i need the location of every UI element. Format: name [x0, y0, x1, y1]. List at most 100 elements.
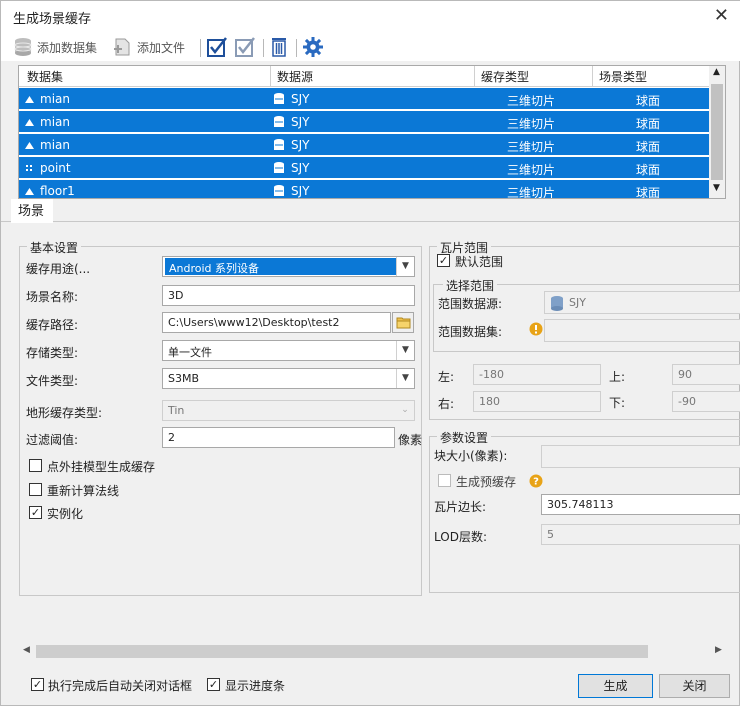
generate-scene-cache-dialog: 生成场景缓存 ✕ 添加数据集 添加文件 数据集 数据源 缓存类型 场景类型 mi…: [0, 0, 740, 706]
block-size-dropdown: [541, 445, 740, 468]
column-header-scene-type[interactable]: 场景类型: [599, 68, 647, 85]
table-row[interactable]: mian SJY 三维切片 球面: [19, 111, 709, 133]
instancing-checkbox[interactable]: ✓: [29, 506, 42, 519]
datasource-icon: [551, 296, 563, 311]
row-source: SJY: [291, 161, 310, 175]
cache-usage-dropdown[interactable]: Android 系列设备 ▼: [162, 256, 415, 277]
tab-scene[interactable]: 场景: [11, 199, 53, 223]
chevron-down-icon: ▼: [396, 257, 414, 276]
range-datasource-label: 范围数据源:: [438, 297, 503, 311]
toolbar-separator: [296, 39, 297, 57]
grid-vertical-scrollbar[interactable]: ▲ ▼: [709, 66, 725, 198]
external-model-label: 点外挂模型生成缓存: [47, 460, 156, 474]
toolbar-separator: [200, 39, 201, 57]
scrollbar-thumb[interactable]: [711, 84, 723, 180]
left-label: 左:: [438, 370, 455, 384]
generate-precache-checkbox: [438, 474, 451, 487]
column-divider: [270, 66, 271, 87]
datasource-icon: [274, 139, 284, 150]
show-progress-checkbox[interactable]: ✓: [207, 678, 220, 691]
add-dataset-button[interactable]: 添加数据集: [13, 37, 97, 57]
table-row[interactable]: floor1 SJY 三维切片 球面: [19, 180, 709, 199]
scroll-up-icon[interactable]: ▲: [713, 67, 720, 77]
storage-type-dropdown[interactable]: 单一文件 ▼: [162, 340, 415, 361]
row-dataset: mian: [40, 115, 70, 129]
datasource-icon: [274, 185, 284, 196]
column-header-source[interactable]: 数据源: [277, 68, 313, 85]
invert-selection-icon: [235, 37, 255, 57]
region-icon: [25, 188, 34, 195]
auto-close-checkbox[interactable]: ✓: [31, 678, 44, 691]
generate-button[interactable]: 生成: [578, 674, 653, 698]
cache-path-label: 缓存路径:: [26, 318, 79, 332]
chevron-down-icon: ⌄: [401, 405, 409, 415]
help-icon[interactable]: ?: [529, 474, 543, 488]
select-range-legend: 选择范围: [443, 277, 498, 294]
filter-threshold-input[interactable]: 2: [162, 427, 395, 448]
close-icon[interactable]: ✕: [714, 5, 729, 26]
browse-folder-button[interactable]: [392, 312, 414, 333]
title-bar: 生成场景缓存 ✕: [1, 1, 740, 33]
default-range-checkbox[interactable]: ✓: [437, 254, 450, 267]
row-scene-type: 球面: [636, 140, 661, 154]
left-input: -180: [473, 364, 601, 385]
top-input: 90: [672, 364, 740, 385]
row-cache-type: 三维切片: [507, 94, 556, 108]
invert-selection-button[interactable]: [234, 37, 256, 57]
table-row[interactable]: point SJY 三维切片 球面: [19, 157, 709, 179]
scene-name-label: 场景名称:: [26, 290, 79, 304]
row-scene-type: 球面: [636, 163, 661, 177]
point-icon: [26, 165, 32, 171]
terrain-cache-type-value: Tin: [168, 404, 185, 417]
dataset-grid[interactable]: 数据集 数据源 缓存类型 场景类型 mian SJY 三维切片 球面 mian …: [18, 65, 726, 199]
file-type-dropdown[interactable]: S3MB ▼: [162, 368, 415, 389]
database-icon: [14, 38, 32, 56]
tile-edge-label: 瓦片边长:: [434, 500, 487, 514]
scene-name-input[interactable]: 3D: [162, 285, 415, 306]
row-source: SJY: [291, 115, 310, 129]
scrollbar-thumb[interactable]: [36, 645, 648, 658]
scroll-right-icon[interactable]: ▶: [715, 645, 722, 655]
filter-threshold-label: 过滤阈值:: [26, 433, 79, 447]
cache-path-input[interactable]: C:\Users\www12\Desktop\test2: [162, 312, 391, 333]
column-divider: [474, 66, 475, 87]
column-header-cache-type[interactable]: 缓存类型: [481, 68, 529, 85]
row-dataset: floor1: [40, 184, 75, 198]
warning-icon: [529, 322, 543, 336]
row-cache-type: 三维切片: [507, 186, 556, 199]
add-file-button[interactable]: 添加文件: [113, 37, 185, 57]
right-input: 180: [473, 391, 601, 412]
datasource-icon: [274, 93, 284, 104]
file-type-label: 文件类型:: [26, 374, 79, 388]
region-icon: [25, 119, 34, 126]
lod-levels-label: LOD层数:: [434, 530, 487, 544]
delete-button[interactable]: [269, 37, 289, 57]
row-cache-type: 三维切片: [507, 163, 556, 177]
terrain-cache-type-label: 地形缓存类型:: [26, 406, 103, 420]
horizontal-scrollbar[interactable]: ◀ ▶: [18, 643, 728, 660]
row-cache-type: 三维切片: [507, 117, 556, 131]
storage-type-label: 存储类型:: [26, 346, 79, 360]
table-row[interactable]: mian SJY 三维切片 球面: [19, 134, 709, 156]
table-row[interactable]: mian SJY 三维切片 球面: [19, 88, 709, 110]
recompute-normals-checkbox[interactable]: [29, 483, 42, 496]
settings-button[interactable]: [302, 37, 324, 57]
scroll-down-icon[interactable]: ▼: [713, 183, 720, 193]
close-button[interactable]: 关闭: [659, 674, 730, 698]
region-icon: [25, 142, 34, 149]
tile-edge-input[interactable]: 305.748113: [541, 494, 740, 515]
scroll-left-icon[interactable]: ◀: [23, 645, 30, 655]
recompute-normals-label: 重新计算法线: [47, 484, 120, 498]
select-all-icon: [207, 37, 227, 57]
toolbar-separator: [263, 39, 264, 57]
column-header-dataset[interactable]: 数据集: [27, 68, 63, 85]
range-datasource-value: SJY: [569, 296, 586, 309]
external-model-checkbox[interactable]: [29, 459, 42, 472]
row-dataset: mian: [40, 138, 70, 152]
auto-close-label: 执行完成后自动关闭对话框: [48, 679, 193, 693]
row-scene-type: 球面: [636, 94, 661, 108]
terrain-cache-type-dropdown: Tin ⌄: [162, 400, 415, 421]
folder-icon: [396, 317, 411, 329]
add-file-label: 添加文件: [137, 40, 186, 55]
select-all-button[interactable]: [206, 37, 228, 57]
